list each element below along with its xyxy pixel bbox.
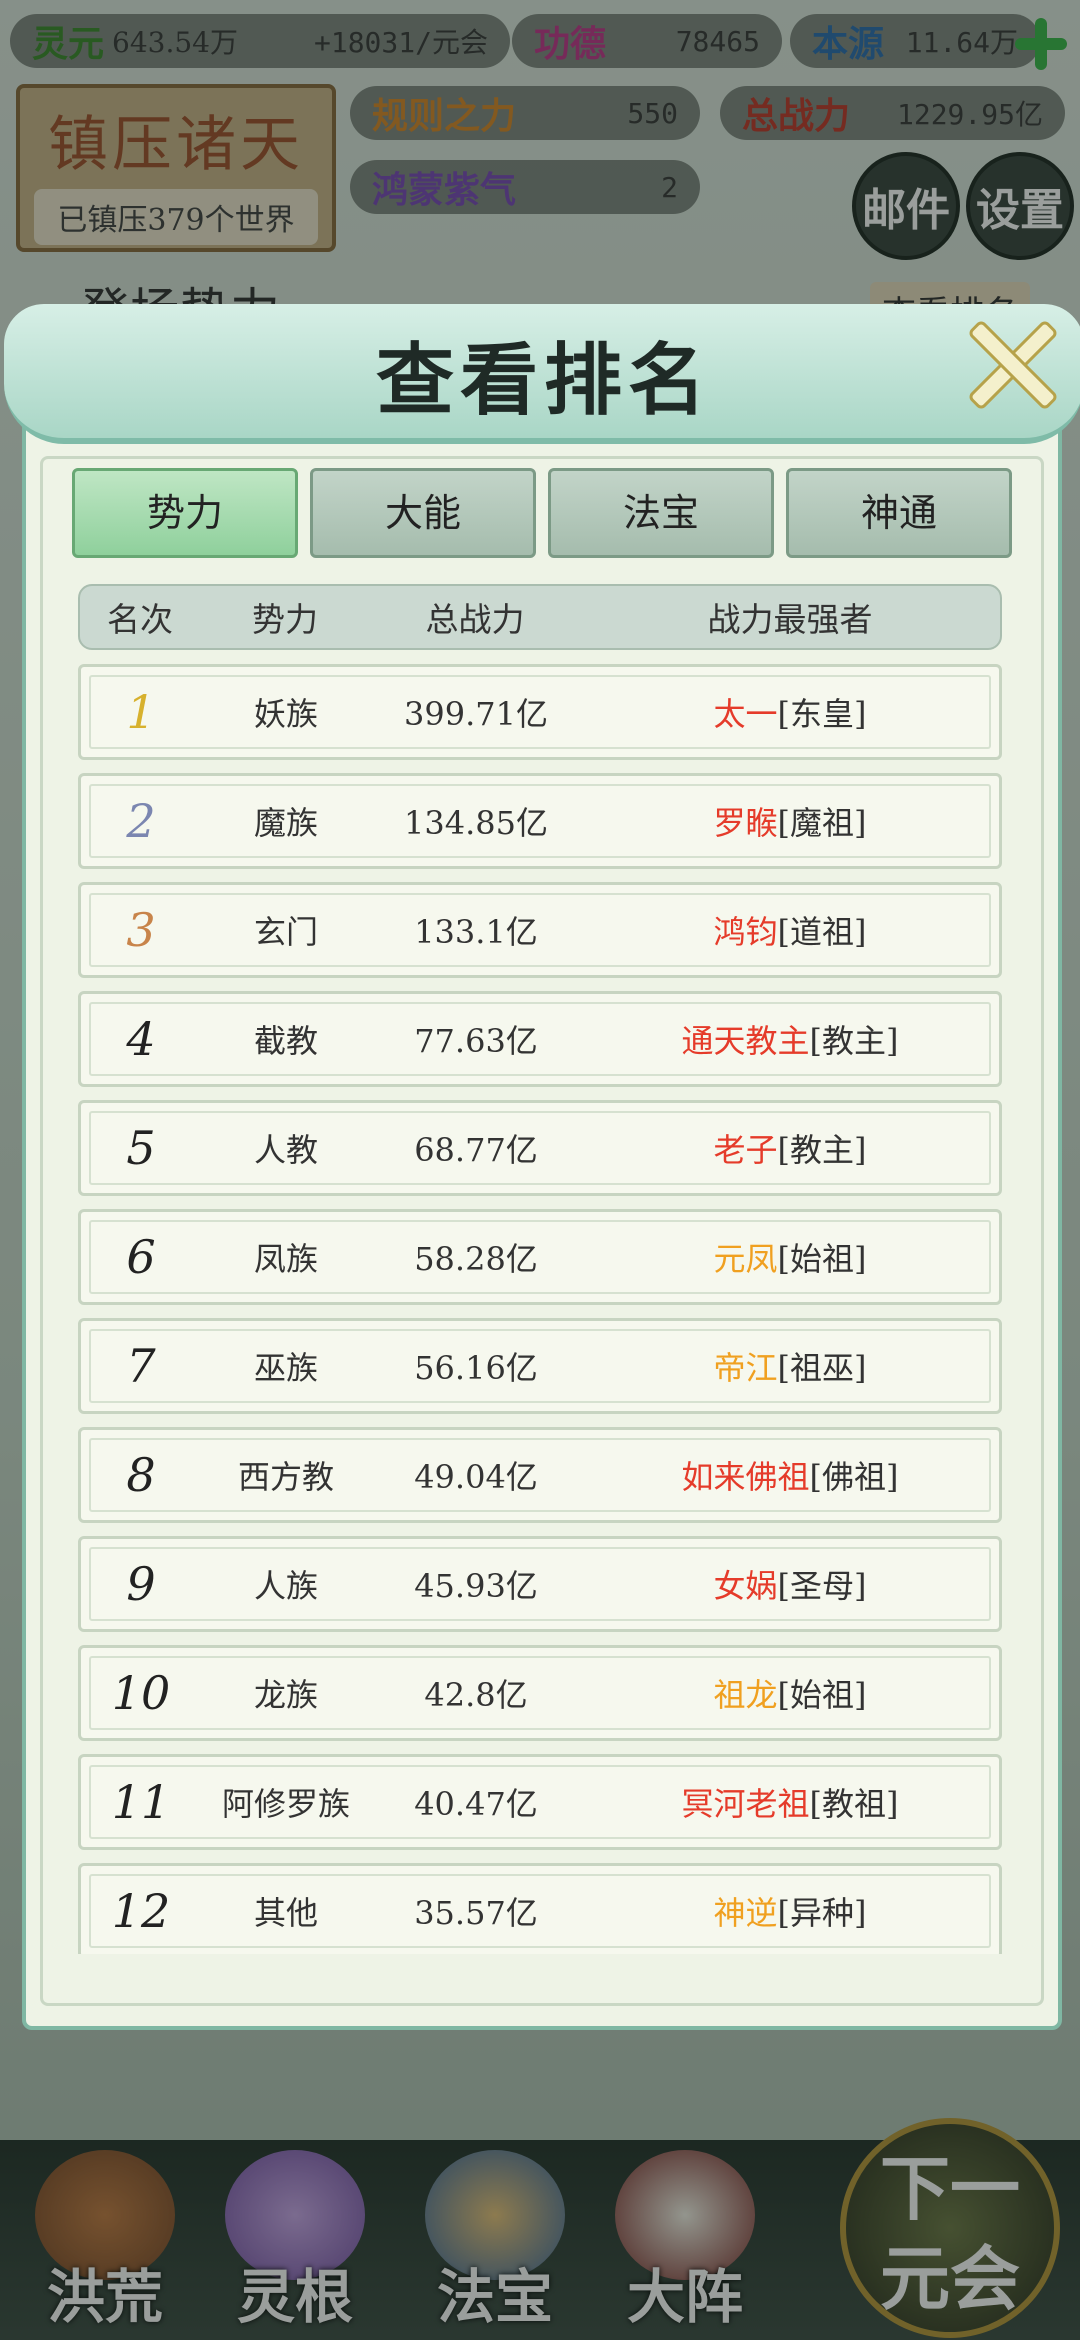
table-row[interactable]: 5 人教 68.77亿 老子[教主]	[78, 1100, 1002, 1196]
table-row[interactable]: 9 人族 45.93亿 女娲[圣母]	[78, 1536, 1002, 1632]
leader-name: 女娲	[713, 1567, 778, 1605]
table-header: 名次 势力 总战力 战力最强者	[78, 584, 1002, 650]
leader-title: [魔祖]	[777, 804, 867, 842]
table-row[interactable]: 8 西方教 49.04亿 如来佛祖[佛祖]	[78, 1427, 1002, 1523]
strongest-member: 通天教主[教主]	[581, 1016, 999, 1062]
leader-title: [佛祖]	[809, 1458, 899, 1496]
ranking-modal: 查看排名 势力 大能 法宝 神通 名次 势力 总战力 战力最强者 1 妖族 399.…	[4, 304, 1080, 2030]
leader-name: 帝江	[713, 1349, 778, 1387]
leader-name: 鸿钧	[713, 913, 778, 951]
tab-shili[interactable]: 势力	[72, 468, 298, 558]
faction-name: 截教	[253, 1022, 318, 1060]
rank-number: 9	[126, 1557, 156, 1611]
leader-title: [教主]	[809, 1022, 899, 1060]
tab-shentong[interactable]: 神通	[786, 468, 1012, 558]
faction-name: 龙族	[253, 1676, 318, 1714]
faction-name: 阿修罗族	[221, 1785, 350, 1823]
table-row[interactable]: 3 玄门 133.1亿 鸿钧[道祖]	[78, 882, 1002, 978]
rank-number: 12	[111, 1884, 171, 1938]
leader-title: [教祖]	[809, 1785, 899, 1823]
tab-daneng[interactable]: 大能	[310, 468, 536, 558]
rank-number: 8	[126, 1448, 156, 1502]
modal-header: 查看排名	[4, 304, 1080, 444]
table-row[interactable]: 1 妖族 399.71亿 太一[东皇]	[78, 664, 1002, 760]
table-row[interactable]: 10 龙族 42.8亿 祖龙[始祖]	[78, 1645, 1002, 1741]
strongest-member: 老子[教主]	[581, 1125, 999, 1171]
faction-name: 人族	[253, 1567, 318, 1605]
strongest-member: 太一[东皇]	[581, 689, 999, 735]
leader-name: 元凤	[713, 1240, 778, 1278]
ranking-list[interactable]: 1 妖族 399.71亿 太一[东皇] 2 魔族 134.85亿 罗睺[魔祖] 3 玄门 133.1…	[78, 664, 1002, 1954]
rank-number: 3	[126, 903, 156, 957]
leader-title: [异种]	[777, 1894, 867, 1932]
strongest-member: 祖龙[始祖]	[581, 1670, 999, 1716]
ranking-tabs: 势力 大能 法宝 神通	[72, 468, 1012, 558]
faction-name: 西方教	[237, 1458, 334, 1496]
faction-power: 134.85亿	[404, 804, 548, 842]
table-row[interactable]: 4 截教 77.63亿 通天教主[教主]	[78, 991, 1002, 1087]
leader-title: [祖巫]	[777, 1349, 867, 1387]
strongest-member: 罗睺[魔祖]	[581, 798, 999, 844]
rank-number: 7	[126, 1339, 156, 1393]
faction-power: 77.63亿	[414, 1022, 538, 1060]
close-icon[interactable]	[962, 314, 1058, 410]
table-row[interactable]: 6 凤族 58.28亿 元凤[始祖]	[78, 1209, 1002, 1305]
leader-title: [东皇]	[777, 695, 867, 733]
table-row[interactable]: 11 阿修罗族 40.47亿 冥河老祖[教祖]	[78, 1754, 1002, 1850]
leader-name: 罗睺	[713, 804, 778, 842]
rank-number: 1	[126, 685, 156, 739]
leader-name: 太一	[713, 695, 778, 733]
faction-power: 399.71亿	[404, 695, 548, 733]
leader-name: 如来佛祖	[681, 1458, 810, 1496]
strongest-member: 神逆[异种]	[581, 1888, 999, 1934]
rank-number: 10	[111, 1666, 171, 1720]
faction-power: 42.8亿	[424, 1676, 528, 1714]
rank-number: 11	[111, 1775, 171, 1829]
strongest-member: 如来佛祖[佛祖]	[581, 1452, 999, 1498]
leader-name: 通天教主	[681, 1022, 810, 1060]
leader-title: [道祖]	[777, 913, 867, 951]
rank-number: 2	[126, 794, 156, 848]
faction-name: 其他	[253, 1894, 318, 1932]
leader-title: [始祖]	[777, 1240, 867, 1278]
header-power: 总战力	[425, 600, 525, 639]
header-leader: 战力最强者	[707, 600, 873, 639]
faction-name: 妖族	[253, 695, 318, 733]
rank-number: 6	[126, 1230, 156, 1284]
faction-name: 巫族	[253, 1349, 318, 1387]
strongest-member: 帝江[祖巫]	[581, 1343, 999, 1389]
faction-power: 40.47亿	[414, 1785, 538, 1823]
header-faction: 势力	[252, 600, 318, 639]
table-row[interactable]: 12 其他 35.57亿 神逆[异种]	[78, 1863, 1002, 1954]
leader-name: 老子	[713, 1131, 778, 1169]
leader-name: 祖龙	[713, 1676, 778, 1714]
rank-number: 5	[126, 1121, 156, 1175]
leader-name: 神逆	[713, 1894, 778, 1932]
faction-power: 49.04亿	[414, 1458, 538, 1496]
faction-name: 凤族	[253, 1240, 318, 1278]
faction-power: 58.28亿	[414, 1240, 538, 1278]
leader-title: [教主]	[777, 1131, 867, 1169]
faction-name: 魔族	[253, 804, 318, 842]
strongest-member: 鸿钧[道祖]	[581, 907, 999, 953]
faction-power: 133.1亿	[414, 913, 538, 951]
strongest-member: 元凤[始祖]	[581, 1234, 999, 1280]
faction-name: 玄门	[253, 913, 318, 951]
strongest-member: 冥河老祖[教祖]	[581, 1779, 999, 1825]
header-rank: 名次	[107, 600, 173, 639]
modal-title: 查看排名	[375, 335, 712, 426]
faction-power: 68.77亿	[414, 1131, 538, 1169]
faction-power: 45.93亿	[414, 1567, 538, 1605]
faction-power: 35.57亿	[414, 1894, 538, 1932]
table-row[interactable]: 2 魔族 134.85亿 罗睺[魔祖]	[78, 773, 1002, 869]
leader-name: 冥河老祖	[681, 1785, 810, 1823]
leader-title: [圣母]	[777, 1567, 867, 1605]
tab-fabao[interactable]: 法宝	[548, 468, 774, 558]
strongest-member: 女娲[圣母]	[581, 1561, 999, 1607]
leader-title: [始祖]	[777, 1676, 867, 1714]
faction-power: 56.16亿	[414, 1349, 538, 1387]
rank-number: 4	[126, 1012, 156, 1066]
faction-name: 人教	[253, 1131, 318, 1169]
table-row[interactable]: 7 巫族 56.16亿 帝江[祖巫]	[78, 1318, 1002, 1414]
